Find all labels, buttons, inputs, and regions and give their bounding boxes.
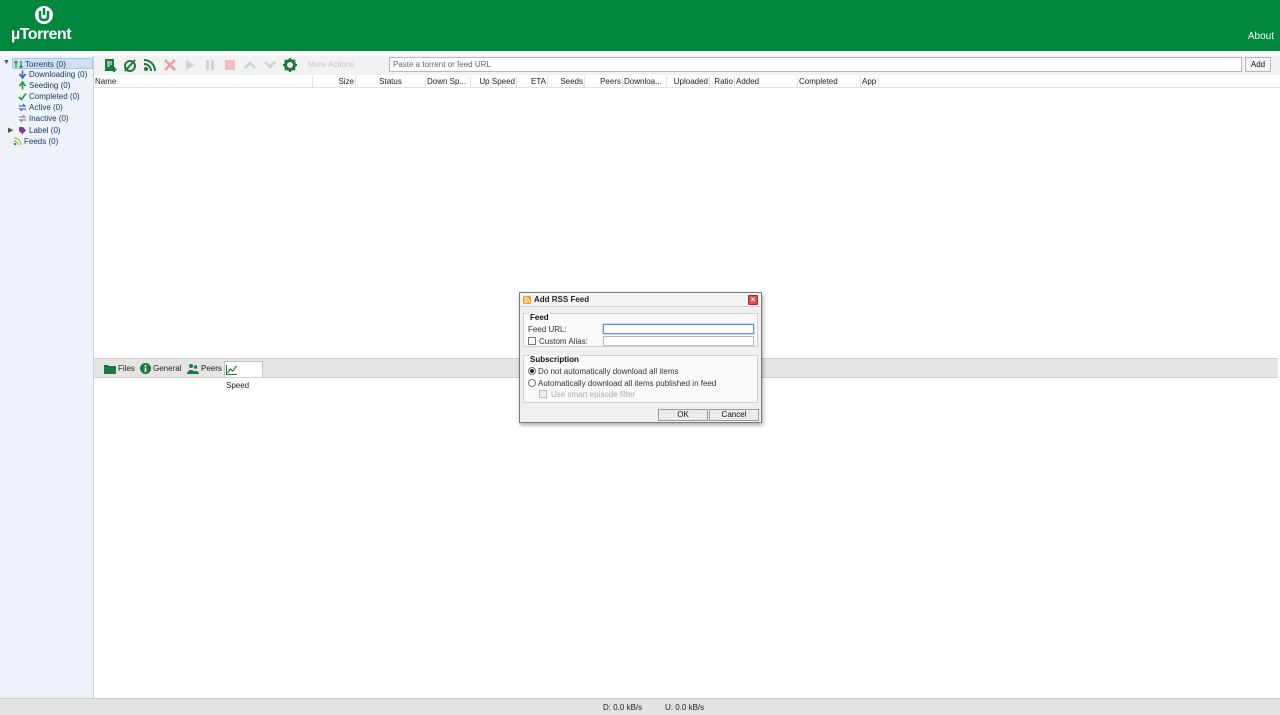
dialog-title-bar[interactable]: Add RSS Feed × — [520, 293, 761, 307]
feed-url-input[interactable] — [603, 324, 754, 334]
create-torrent-icon[interactable] — [122, 57, 138, 73]
add-rss-feed-icon[interactable] — [142, 57, 158, 73]
column-ratio[interactable]: Ratio — [710, 76, 735, 88]
feed-url-label: Feed URL: — [528, 325, 567, 334]
remove-icon[interactable] — [162, 57, 178, 73]
active-arrows-icon — [18, 103, 27, 112]
column-name[interactable]: Name — [94, 76, 313, 88]
rss-feed-icon — [13, 137, 22, 146]
sidebar: ▼ Torrents (0) Downloading (0) Seeding (… — [0, 56, 94, 698]
custom-alias-checkbox[interactable] — [528, 337, 536, 345]
logo-text: µTorrent — [11, 26, 72, 43]
column-down-speed[interactable]: Down Sp... — [426, 76, 471, 88]
move-down-icon[interactable] — [262, 57, 278, 73]
sidebar-item-seeding[interactable]: Seeding (0) — [18, 80, 70, 91]
column-eta[interactable]: ETA — [517, 76, 548, 88]
sidebar-item-label: Seeding (0) — [29, 81, 71, 90]
rss-icon — [523, 296, 531, 304]
smart-episode-filter-label: Use smart episode filter — [551, 390, 636, 399]
sidebar-item-label: Torrents (0) — [25, 60, 66, 69]
utorrent-logo: µTorrent — [11, 5, 81, 45]
dialog-close-button[interactable]: × — [748, 295, 758, 305]
column-size[interactable]: Size — [313, 76, 356, 88]
custom-alias-label: Custom Alias: — [539, 337, 588, 346]
tab-label: General — [153, 364, 182, 373]
more-actions-button[interactable]: More Actions — [308, 60, 354, 69]
column-app[interactable]: App — [861, 76, 879, 88]
dialog-title: Add RSS Feed — [534, 295, 590, 304]
sidebar-item-label: Label (0) — [29, 126, 61, 135]
download-speed-status: D: 0.0 kB/s — [603, 703, 643, 712]
sidebar-item-label: Active (0) — [29, 103, 63, 112]
no-auto-download-radio[interactable] — [528, 367, 536, 375]
stop-icon[interactable] — [222, 57, 238, 73]
torrent-list-header: Name Size Status Down Sp... Up Speed ETA… — [94, 76, 1280, 88]
column-peers[interactable]: Peers — [585, 76, 623, 88]
column-completed[interactable]: Completed — [798, 76, 861, 88]
speed-chart-icon — [226, 364, 237, 375]
inactive-arrows-icon — [18, 114, 27, 123]
sidebar-item-label: Inactive (0) — [29, 114, 69, 123]
utorrent-logo-icon — [35, 6, 53, 24]
auto-download-label: Automatically download all items publish… — [538, 379, 717, 388]
add-torrent-icon[interactable] — [102, 57, 118, 73]
status-bar: D: 0.0 kB/s U: 0.0 kB/s — [0, 698, 1280, 715]
column-status[interactable]: Status — [356, 76, 426, 88]
checkmark-icon — [18, 93, 27, 102]
no-auto-download-label: Do not automatically download all items — [538, 367, 679, 376]
sidebar-item-inactive[interactable]: Inactive (0) — [18, 113, 69, 124]
subscription-group-title: Subscription — [529, 355, 580, 364]
sidebar-item-completed[interactable]: Completed (0) — [18, 91, 80, 102]
feed-group: Feed Feed URL: Custom Alias: — [523, 313, 758, 347]
upload-speed-status: U: 0.0 kB/s — [665, 703, 705, 712]
sidebar-item-label-group[interactable]: Label (0) — [18, 125, 61, 136]
pause-icon[interactable] — [202, 57, 218, 73]
tab-label: Speed — [226, 381, 250, 390]
smart-episode-filter-checkbox[interactable] — [539, 390, 547, 398]
tab-label: Files — [118, 364, 135, 373]
column-uploaded[interactable]: Uploaded — [667, 76, 710, 88]
seeding-icon — [18, 81, 27, 90]
sidebar-item-label: Completed (0) — [29, 92, 80, 101]
sidebar-item-label: Feeds (0) — [24, 137, 59, 146]
expand-triangle-icon[interactable]: ▶ — [8, 126, 13, 134]
add-url-button[interactable]: Add — [1245, 57, 1271, 72]
column-downloaded[interactable]: Downloa... — [623, 76, 667, 88]
torrent-url-input[interactable] — [389, 57, 1242, 72]
about-link[interactable]: About — [1248, 31, 1274, 42]
tab-peers[interactable]: Peers — [186, 361, 222, 377]
add-rss-feed-dialog: Add RSS Feed × Feed Feed URL: Custom Ali… — [519, 292, 762, 423]
column-seeds[interactable]: Seeds — [548, 76, 585, 88]
sidebar-item-torrents[interactable]: Torrents (0) — [12, 58, 93, 69]
collapse-triangle-icon[interactable]: ▼ — [3, 59, 10, 66]
column-up-speed[interactable]: Up Speed — [471, 76, 517, 88]
peers-icon — [187, 364, 199, 375]
settings-gear-icon[interactable] — [282, 57, 298, 73]
cancel-button[interactable]: Cancel — [709, 409, 759, 421]
auto-download-radio[interactable] — [528, 379, 536, 387]
feed-group-title: Feed — [529, 313, 550, 322]
sidebar-item-feeds[interactable]: Feeds (0) — [13, 136, 58, 147]
sidebar-item-downloading[interactable]: Downloading (0) — [18, 69, 87, 80]
start-icon[interactable] — [182, 57, 198, 73]
tab-label: Peers — [201, 364, 222, 373]
label-tag-icon — [19, 127, 26, 135]
info-icon — [140, 363, 151, 375]
subscription-group: Subscription Do not automatically downlo… — [523, 355, 758, 403]
tab-general[interactable]: General — [139, 361, 181, 377]
folder-icon — [104, 364, 116, 374]
custom-alias-input[interactable] — [603, 336, 754, 346]
tab-files[interactable]: Files — [103, 361, 135, 377]
sidebar-item-active[interactable]: Active (0) — [18, 102, 63, 113]
app-header: µTorrent About — [0, 0, 1280, 51]
tab-speed[interactable]: Speed — [224, 361, 263, 390]
sidebar-item-label: Downloading (0) — [29, 70, 88, 79]
toolbar: More Actions Add — [94, 56, 1280, 75]
column-added[interactable]: Added — [735, 76, 798, 88]
download-arrow-icon — [18, 70, 27, 80]
ok-button[interactable]: OK — [658, 409, 708, 421]
move-up-icon[interactable] — [242, 57, 258, 73]
